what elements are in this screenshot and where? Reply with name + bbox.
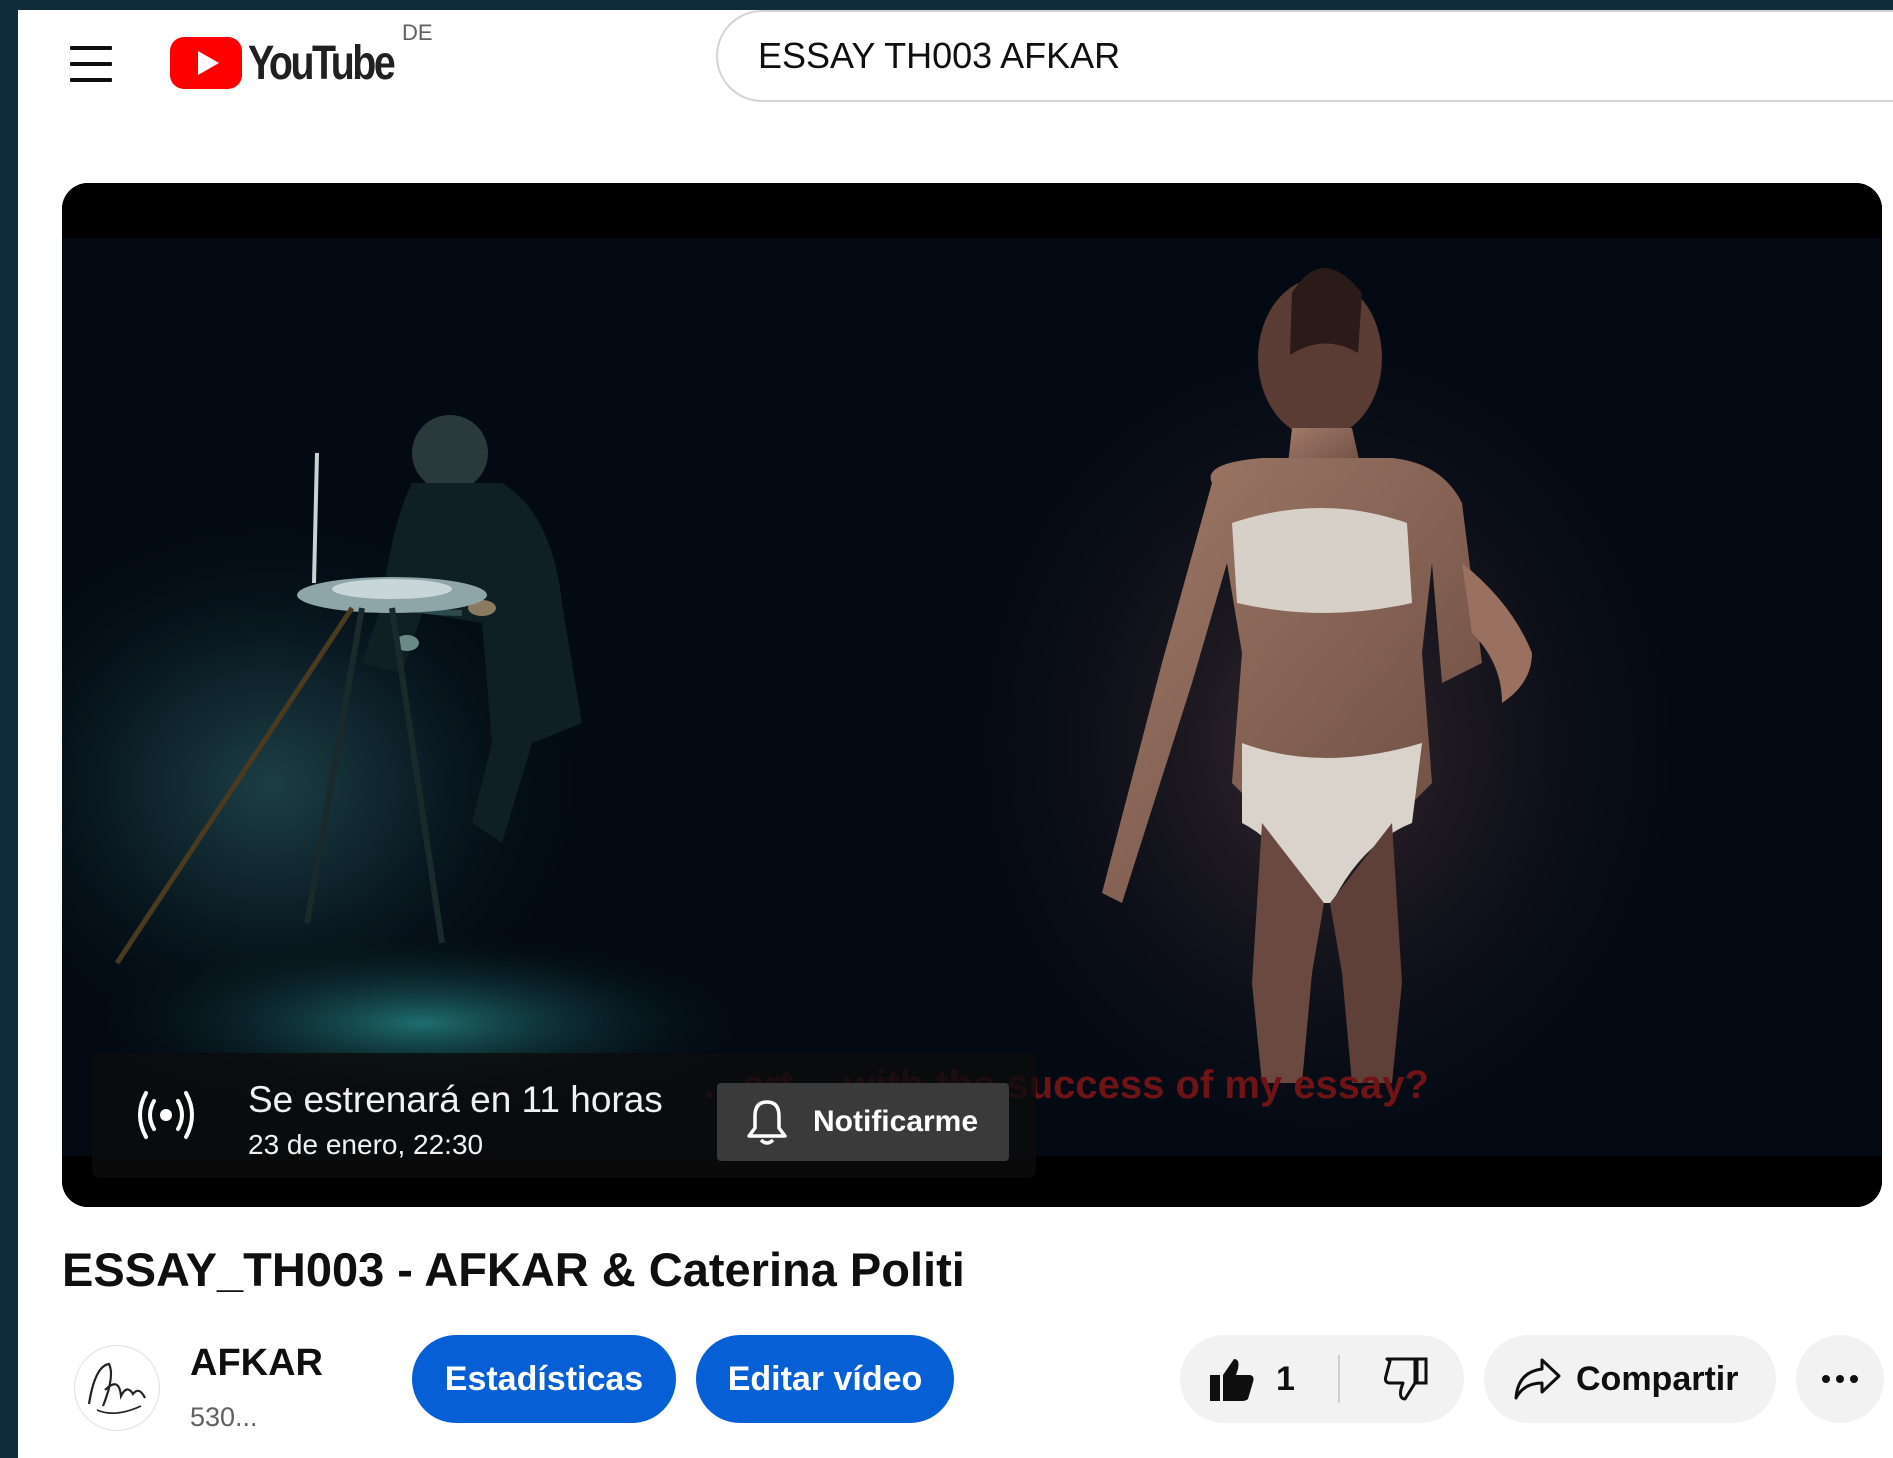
menu-button[interactable] — [62, 36, 122, 92]
like-count: 1 — [1276, 1359, 1295, 1398]
channel-subscriber-count: 530... — [190, 1402, 258, 1432]
channel-name[interactable]: AFKAR — [190, 1342, 323, 1385]
channel-avatar[interactable] — [74, 1345, 160, 1431]
search-box[interactable] — [716, 10, 1893, 102]
logo-wordmark: YouTube — [248, 36, 396, 90]
youtube-logo-icon — [170, 37, 242, 89]
notify-button[interactable]: Notificarme — [717, 1083, 1009, 1161]
signature-logo-icon — [87, 1362, 146, 1414]
share-label: Compartir — [1576, 1359, 1739, 1398]
country-code: DE — [402, 20, 433, 45]
menu-icon — [70, 46, 112, 82]
like-dislike-group: 1 — [1180, 1335, 1464, 1423]
statistics-button[interactable]: Estadísticas — [412, 1335, 676, 1423]
bell-icon — [747, 1100, 787, 1145]
youtube-logo[interactable]: YouTube — [170, 28, 425, 98]
like-divider — [1338, 1355, 1340, 1403]
share-button[interactable]: Compartir — [1484, 1335, 1776, 1423]
video-title: ESSAY_TH003 - AFKAR & Caterina Politi — [62, 1243, 965, 1296]
thumbs-down-icon — [1383, 1357, 1428, 1401]
thumbs-up-icon — [1210, 1359, 1254, 1401]
youtube-page: YouTube DE ESSAY TH003 AFKAR …ert… with … — [18, 10, 1893, 1458]
share-arrow-icon — [1514, 1358, 1561, 1400]
premiere-countdown: Se estrenará en 11 horas — [248, 1079, 663, 1120]
dislike-button[interactable] — [1350, 1335, 1460, 1423]
live-broadcast-icon — [138, 1091, 194, 1139]
search-input[interactable] — [756, 34, 1760, 78]
premiere-banner: Se estrenará en 11 horas 23 de enero, 22… — [92, 1053, 1036, 1178]
video-player[interactable]: …ert… with the success of my essay? Se e… — [62, 183, 1882, 1207]
edit-video-button[interactable]: Editar vídeo — [696, 1335, 954, 1423]
more-icon — [1822, 1375, 1858, 1383]
like-button[interactable]: 1 — [1180, 1335, 1340, 1423]
notify-label: Notificarme — [813, 1105, 979, 1138]
premiere-date: 23 de enero, 22:30 — [248, 1129, 484, 1160]
more-actions-button[interactable] — [1796, 1335, 1884, 1423]
